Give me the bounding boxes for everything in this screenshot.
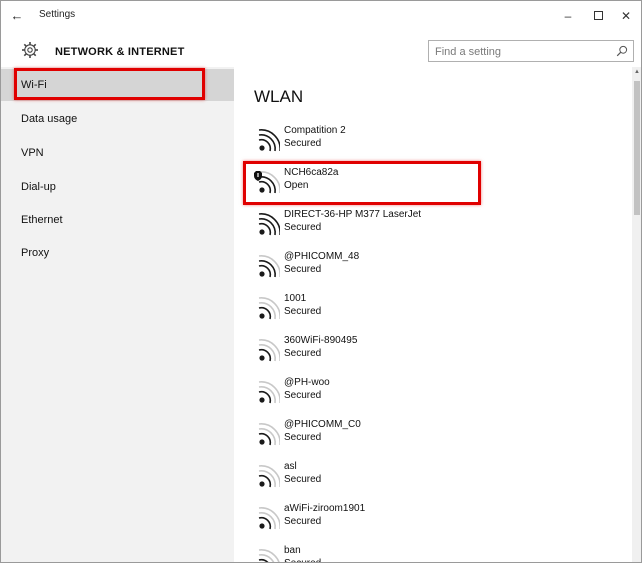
network-ssid: @PH-woo [284, 377, 330, 388]
network-status: Secured [284, 222, 322, 233]
network-status: Secured [284, 138, 322, 149]
sidebar-item-data-usage[interactable]: Data usage [1, 103, 234, 135]
close-icon: ✕ [620, 9, 632, 23]
network-status: Secured [284, 264, 322, 275]
network-status: Secured [284, 474, 322, 485]
sidebar-item-wifi[interactable]: Wi-Fi [1, 69, 234, 101]
main-panel: WLAN Compatition 2 Secured NCH6ca82a Open DI… [234, 67, 632, 562]
network-status: Secured [284, 348, 322, 359]
page-title: NETWORK & INTERNET [55, 46, 185, 58]
wifi-signal-icon [258, 255, 280, 278]
sidebar-item-label: Wi-Fi [21, 79, 47, 91]
back-arrow-icon: ← [10, 8, 24, 23]
network-status: Secured [284, 516, 322, 527]
scroll-thumb[interactable] [634, 81, 640, 215]
wifi-signal-icon [258, 339, 280, 362]
network-list-item[interactable]: aWiFi-ziroom1901 Secured [254, 503, 554, 543]
sidebar: Wi-Fi Data usage VPN Dial-up Ethernet Pr… [1, 67, 234, 562]
search-icon[interactable] [616, 45, 628, 57]
wifi-signal-icon [258, 549, 280, 562]
minimize-button[interactable]: – [557, 7, 579, 25]
search-input[interactable] [435, 44, 605, 59]
settings-window: ← Settings – ✕ NETWORK & INTERNET Find a… [0, 0, 642, 563]
network-list-item[interactable]: 1001 Secured [254, 293, 554, 333]
sidebar-item-label: Ethernet [21, 214, 63, 226]
minimize-icon: – [564, 9, 572, 23]
scrollbar[interactable]: ▲ [632, 67, 641, 562]
network-list-item[interactable]: @PH-woo Secured [254, 377, 554, 417]
wifi-signal-icon [258, 381, 280, 404]
network-ssid: ban [284, 545, 301, 556]
sidebar-item-vpn[interactable]: VPN [1, 137, 234, 169]
network-list-item[interactable]: 360WiFi-890495 Secured [254, 335, 554, 375]
network-list-item[interactable]: asl Secured [254, 461, 554, 501]
network-ssid: @PHICOMM_C0 [284, 419, 361, 430]
back-button[interactable]: ← [7, 7, 27, 25]
sidebar-item-proxy[interactable]: Proxy [1, 237, 234, 269]
network-list-item[interactable]: DIRECT-36-HP M377 LaserJet Secured [254, 209, 554, 249]
wifi-signal-icon [258, 213, 280, 236]
close-button[interactable]: ✕ [615, 7, 637, 25]
network-list-item[interactable]: ban Secured [254, 545, 554, 562]
network-status: Secured [284, 390, 322, 401]
title-bar: ← Settings – ✕ [1, 1, 641, 31]
network-status: Open [284, 180, 309, 191]
network-ssid: DIRECT-36-HP M377 LaserJet [284, 209, 422, 220]
network-list-item[interactable]: Compatition 2 Secured [254, 125, 554, 165]
wifi-signal-icon [258, 465, 280, 488]
sidebar-item-label: Dial-up [21, 181, 56, 193]
search-box[interactable] [428, 40, 634, 62]
network-list-item[interactable]: @PHICOMM_48 Secured [254, 251, 554, 291]
sidebar-item-label: VPN [21, 147, 44, 159]
window-title: Settings [39, 9, 76, 20]
network-ssid: NCH6ca82a [284, 167, 339, 178]
network-ssid: asl [284, 461, 297, 472]
wifi-signal-icon [258, 507, 280, 530]
network-ssid: aWiFi-ziroom1901 [284, 503, 366, 514]
network-status: Secured [284, 306, 322, 317]
wifi-signal-icon [258, 423, 280, 446]
wifi-signal-icon [258, 297, 280, 320]
sidebar-item-label: Proxy [21, 247, 50, 259]
sidebar-item-dial-up[interactable]: Dial-up [1, 171, 234, 203]
network-ssid: Compatition 2 [284, 125, 346, 136]
maximize-button[interactable] [587, 7, 609, 25]
network-status: Secured [284, 432, 322, 443]
gear-icon [22, 42, 38, 58]
sidebar-item-ethernet[interactable]: Ethernet [1, 204, 234, 236]
network-ssid: 1001 [284, 293, 307, 304]
network-ssid: @PHICOMM_48 [284, 251, 360, 262]
maximize-icon [593, 11, 603, 21]
wifi-signal-icon [258, 129, 280, 152]
section-title: WLAN [254, 87, 304, 106]
network-list-item[interactable]: NCH6ca82a Open [254, 167, 554, 207]
network-status: Secured [284, 558, 321, 562]
sidebar-item-label: Data usage [21, 113, 78, 125]
network-list-item[interactable]: @PHICOMM_C0 Secured [254, 419, 554, 459]
scroll-up-icon[interactable]: ▲ [634, 69, 640, 75]
network-ssid: 360WiFi-890495 [284, 335, 358, 346]
wifi-signal-icon [254, 171, 280, 194]
